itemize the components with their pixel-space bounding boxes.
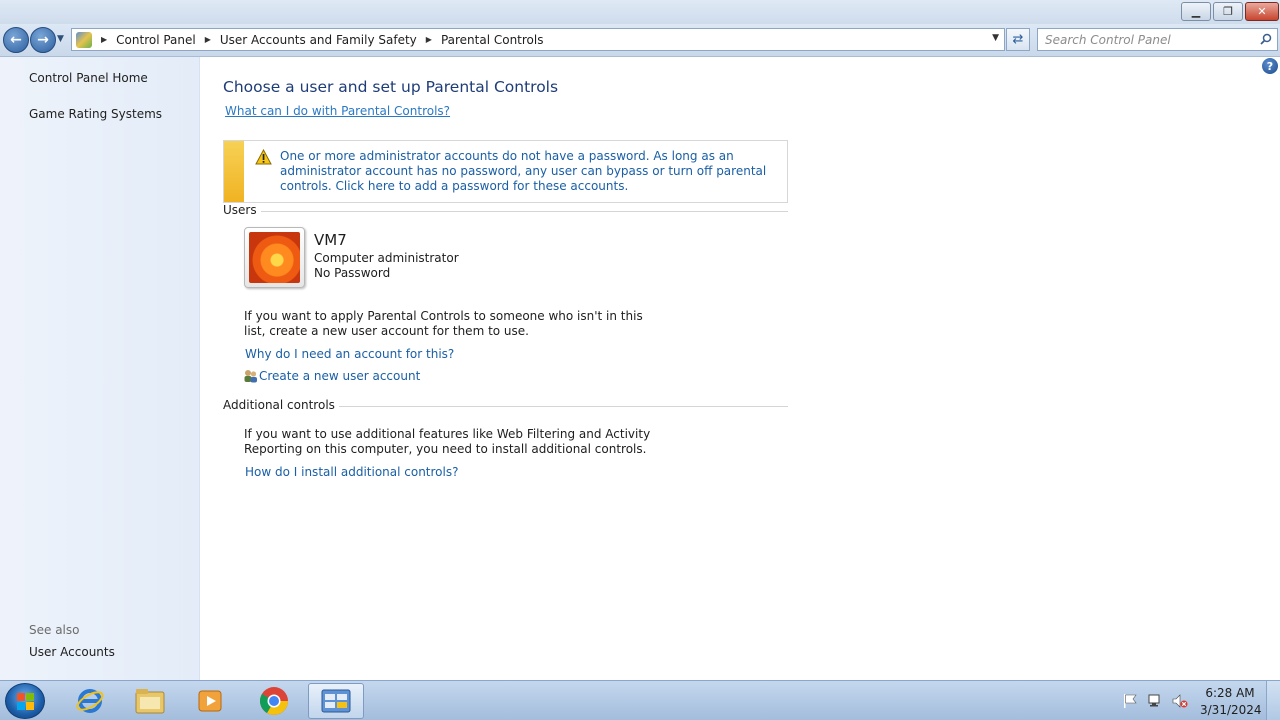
see-also-label: See also [29,623,80,637]
warning-text[interactable]: One or more administrator accounts do no… [280,149,780,194]
media-player-icon [198,690,222,712]
clock-date[interactable]: 3/31/2024 [1200,703,1262,717]
users-section-header: Users [223,203,788,217]
taskbar: 6:28 AM 3/31/2024 [0,680,1280,720]
windows-logo-icon [17,693,34,710]
install-additional-controls-link[interactable]: How do I install additional controls? [245,465,458,479]
password-warning-banner[interactable]: One or more administrator accounts do no… [223,140,788,203]
left-navigation-pane: Control Panel Home Game Rating Systems S… [0,57,200,680]
page-title: Choose a user and set up Parental Contro… [223,78,559,96]
address-bar[interactable]: ▶ Control Panel ▶ User Accounts and Fami… [71,28,1005,51]
back-arrow-icon: ← [10,32,22,48]
warning-stripe [224,141,244,202]
control-panel-home-link[interactable]: Control Panel Home [29,71,148,85]
user-name[interactable]: VM7 [314,231,347,249]
user-avatar[interactable] [244,227,305,288]
breadcrumb-separator-icon[interactable]: ▶ [205,35,211,44]
minimize-icon: ▁ [1191,5,1201,18]
additional-controls-label: Additional controls [223,398,335,412]
close-button[interactable]: ✕ [1245,2,1279,21]
maximize-button[interactable]: ❐ [1213,2,1243,21]
action-center-flag-icon[interactable] [1122,693,1138,709]
apply-instructions: If you want to apply Parental Controls t… [244,309,643,338]
game-rating-systems-link[interactable]: Game Rating Systems [29,107,162,121]
taskbar-chrome[interactable] [246,683,302,719]
control-panel-icon [321,689,351,713]
additional-controls-section-header: Additional controls [223,398,788,412]
volume-muted-icon[interactable] [1172,693,1188,709]
taskbar-control-panel[interactable] [308,683,364,719]
user-accounts-link[interactable]: User Accounts [29,645,115,659]
internet-explorer-icon [76,689,104,713]
breadcrumb-user-accounts[interactable]: User Accounts and Family Safety [220,33,417,47]
help-button[interactable]: ? [1262,58,1278,74]
refresh-icon: ⇄ [1012,32,1024,47]
windows-explorer-icon [135,689,165,714]
search-icon[interactable] [1260,33,1272,45]
title-bar: ▁ ❐ ✕ [0,0,1280,24]
chrome-icon [260,687,288,715]
taskbar-windows-explorer[interactable] [122,683,178,719]
restore-icon: ❐ [1223,5,1233,18]
additional-controls-text: If you want to use additional features l… [244,427,651,456]
forward-arrow-icon: → [37,32,49,48]
back-button[interactable]: ← [3,27,29,53]
why-need-account-link[interactable]: Why do I need an account for this? [245,347,454,361]
clock-time[interactable]: 6:28 AM [1200,686,1260,700]
address-dropdown-icon[interactable]: ▼ [992,33,999,43]
breadcrumb-control-panel[interactable]: Control Panel [116,33,196,47]
breadcrumb-separator-icon[interactable]: ▶ [426,35,432,44]
section-divider [260,210,788,212]
breadcrumb-parental-controls[interactable]: Parental Controls [441,33,544,47]
chevron-down-icon: ▼ [57,34,64,44]
users-icon [244,370,257,383]
control-panel-icon [76,31,92,48]
what-can-i-do-link[interactable]: What can I do with Parental Controls? [225,104,450,118]
user-role: Computer administrator [314,251,459,265]
section-divider [338,405,788,407]
refresh-button[interactable]: ⇄ [1006,28,1030,51]
close-icon: ✕ [1257,5,1267,18]
user-password-status: No Password [314,266,391,280]
warning-icon [255,149,272,165]
network-icon[interactable] [1147,693,1163,709]
forward-button[interactable]: → [30,27,56,53]
navigation-bar: ← → ▼ ▶ Control Panel ▶ User Accounts an… [0,24,1280,57]
help-icon: ? [1266,59,1274,73]
taskbar-media-player[interactable] [182,683,238,719]
show-desktop-button[interactable] [1266,681,1280,720]
taskbar-internet-explorer[interactable] [62,683,118,719]
search-input[interactable] [1038,29,1248,50]
flower-picture-icon [249,232,300,283]
start-button[interactable] [5,683,45,719]
breadcrumb-separator-icon[interactable]: ▶ [101,35,107,44]
minimize-button[interactable]: ▁ [1181,2,1211,21]
users-section-label: Users [223,203,257,217]
recent-pages-dropdown[interactable]: ▼ [57,34,69,46]
create-user-account-link[interactable]: Create a new user account [259,369,420,383]
search-box[interactable] [1037,28,1278,51]
